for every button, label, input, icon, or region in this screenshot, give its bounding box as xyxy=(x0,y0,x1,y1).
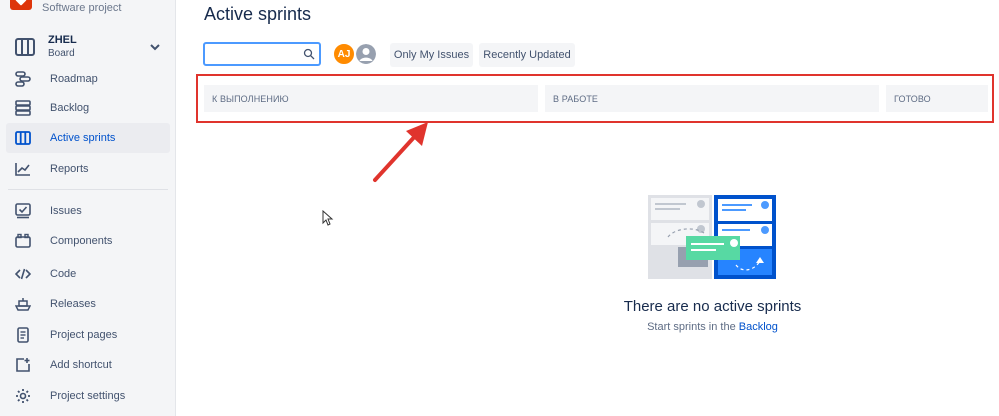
annotation-highlight-box xyxy=(196,74,994,123)
backlog-link[interactable]: Backlog xyxy=(739,321,778,333)
mouse-cursor-icon xyxy=(322,210,334,226)
sidebar-item-code[interactable]: Code xyxy=(6,259,170,289)
sidebar-item-reports[interactable]: Reports xyxy=(6,154,170,184)
sidebar-item-active-sprints[interactable]: Active sprints xyxy=(6,123,170,153)
components-icon xyxy=(14,232,32,250)
empty-state-text: Start sprints in the xyxy=(647,321,736,333)
sidebar-item-components[interactable]: Components xyxy=(6,226,170,256)
chevron-down-icon[interactable] xyxy=(148,40,162,54)
board-icon xyxy=(14,36,36,58)
sidebar-item-label: Components xyxy=(50,235,113,247)
board-name: ZHEL xyxy=(48,34,77,46)
sidebar-item-label: Roadmap xyxy=(50,73,98,85)
sidebar-item-issues[interactable]: Issues xyxy=(6,196,170,226)
annotation-arrow-icon xyxy=(373,122,428,182)
page-icon xyxy=(14,326,32,344)
add-shortcut-icon xyxy=(14,356,32,374)
search-icon[interactable] xyxy=(303,48,315,60)
only-my-issues-button[interactable]: Only My Issues xyxy=(390,43,473,67)
sidebar-item-add-shortcut[interactable]: Add shortcut xyxy=(6,350,170,380)
project-logo-icon[interactable] xyxy=(10,0,32,10)
ship-icon xyxy=(14,295,32,313)
board-columns-icon xyxy=(14,129,32,147)
empty-state-title: There are no active sprints xyxy=(623,298,802,315)
user-icon xyxy=(356,44,376,64)
avatar-aj[interactable]: AJ xyxy=(332,42,356,66)
search-box[interactable] xyxy=(203,42,321,66)
sidebar-item-label: Releases xyxy=(50,298,96,310)
sidebar-item-label: Issues xyxy=(50,205,82,217)
project-type: Software project xyxy=(42,2,122,14)
sidebar-item-label: Code xyxy=(50,268,77,280)
sidebar-item-backlog[interactable]: Backlog xyxy=(6,93,170,123)
roadmap-icon xyxy=(14,70,32,88)
search-input[interactable] xyxy=(209,46,297,62)
sidebar-divider xyxy=(8,189,168,190)
gear-icon xyxy=(14,387,32,405)
page-title: Active sprints xyxy=(204,4,312,24)
sidebar-item-label: Project settings xyxy=(50,390,126,402)
sidebar-item-label: Active sprints xyxy=(50,132,116,144)
sidebar-item-label: Project pages xyxy=(50,329,118,341)
avatar-unassigned[interactable] xyxy=(354,42,378,66)
board-switcher[interactable]: ZHEL Board xyxy=(8,30,168,64)
sidebar-item-label: Reports xyxy=(50,163,89,175)
sidebar-item-project-pages[interactable]: Project pages xyxy=(6,320,170,350)
sidebar: Software project ZHEL Board Roadmap Back… xyxy=(0,0,176,416)
chart-line-icon xyxy=(14,160,32,178)
sidebar-item-label: Add shortcut xyxy=(50,359,112,371)
sidebar-item-roadmap[interactable]: Roadmap xyxy=(6,64,170,94)
backlog-icon xyxy=(14,99,32,117)
sidebar-item-releases[interactable]: Releases xyxy=(6,289,170,319)
empty-board-illustration xyxy=(648,195,776,279)
issues-icon xyxy=(14,202,32,220)
board-type: Board xyxy=(48,48,75,59)
empty-state-subtitle: Start sprints in the Backlog xyxy=(600,321,825,333)
sidebar-item-label: Backlog xyxy=(50,102,90,114)
code-icon xyxy=(14,265,32,283)
recently-updated-button[interactable]: Recently Updated xyxy=(479,43,575,67)
sidebar-item-project-settings[interactable]: Project settings xyxy=(6,381,170,411)
